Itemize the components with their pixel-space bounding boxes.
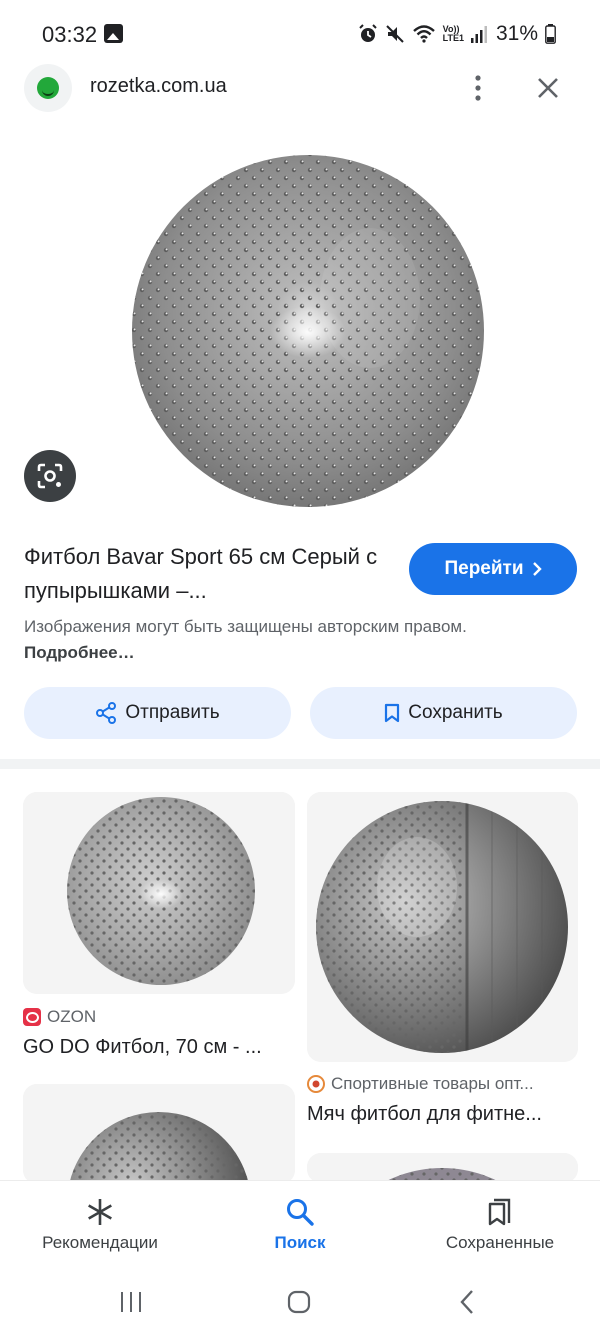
more-options-button[interactable]	[462, 72, 494, 104]
visit-button[interactable]: Перейти	[409, 543, 577, 595]
volte-icon: Vo)) LTE1	[443, 25, 464, 43]
search-icon	[287, 1199, 314, 1226]
related-image-card[interactable]	[307, 1153, 578, 1183]
saved-icon	[488, 1198, 511, 1226]
nav-label: Поиск	[274, 1233, 326, 1252]
related-image-card[interactable]	[23, 1084, 295, 1184]
source-header: rozetka.com.ua	[0, 62, 600, 114]
related-source-label: Спортивные товары опт...	[331, 1074, 534, 1093]
nav-label: Рекомендации	[42, 1233, 158, 1252]
asterisk-icon	[88, 1199, 112, 1225]
main-result-image[interactable]	[130, 150, 486, 512]
nav-recommendations[interactable]: Рекомендации	[0, 1181, 200, 1273]
chevron-right-icon	[532, 562, 542, 576]
related-image	[307, 792, 578, 1062]
ozon-logo-icon	[23, 1008, 41, 1026]
bottom-navigation: Рекомендации Поиск Сохраненные	[0, 1180, 600, 1272]
nav-search[interactable]: Поиск	[200, 1181, 400, 1273]
share-button-label: Отправить	[125, 702, 220, 723]
status-time: 03:32	[42, 22, 98, 47]
more-vert-icon	[475, 75, 481, 101]
related-source-label: OZON	[47, 1007, 97, 1026]
nav-saved[interactable]: Сохраненные	[400, 1181, 600, 1273]
copyright-text: Изображения могут быть защищены авторски…	[24, 617, 467, 636]
related-image-card[interactable]	[307, 792, 578, 1062]
site-favicon[interactable]	[24, 64, 72, 112]
close-button[interactable]	[532, 72, 564, 104]
related-source[interactable]: OZON	[23, 1006, 295, 1028]
status-icons: Vo)) LTE1 31%	[358, 20, 556, 48]
related-image	[23, 792, 295, 994]
section-divider	[0, 759, 600, 769]
battery-percent: 31%	[495, 22, 538, 45]
lens-icon	[37, 463, 63, 489]
home-icon	[287, 1290, 311, 1314]
bookmark-icon	[385, 703, 400, 723]
system-navigation-bar	[0, 1272, 600, 1332]
related-image	[307, 1153, 578, 1183]
recent-apps-icon	[121, 1292, 141, 1312]
nav-label: Сохраненные	[445, 1233, 555, 1252]
save-button-label: Сохранить	[408, 702, 503, 723]
gallery-icon	[104, 24, 123, 43]
home-button[interactable]	[269, 1282, 329, 1322]
copyright-notice: Изображения могут быть защищены авторски…	[24, 614, 484, 666]
share-icon	[96, 702, 117, 724]
battery-icon	[545, 24, 556, 44]
back-button[interactable]	[437, 1282, 497, 1322]
mute-icon	[385, 25, 404, 43]
related-image-card[interactable]	[23, 792, 295, 994]
share-button[interactable]: Отправить	[24, 687, 291, 739]
lte-label: LTE1	[442, 33, 464, 43]
wifi-icon	[412, 25, 435, 43]
lens-button[interactable]	[24, 450, 76, 502]
status-bar: 03:32 Vo)) LTE1 31%	[0, 0, 600, 66]
signal-icon	[470, 26, 487, 43]
recent-apps-button[interactable]	[101, 1282, 161, 1322]
related-title[interactable]: Мяч фитбол для фитне...	[307, 1103, 578, 1129]
related-image	[23, 1084, 295, 1184]
site-domain[interactable]: rozetka.com.ua	[90, 75, 227, 98]
save-button[interactable]: Сохранить	[310, 687, 577, 739]
result-title[interactable]: Фитбол Bavar Sport 65 см Серый с пупырыш…	[24, 540, 384, 608]
close-icon	[538, 78, 558, 98]
store-logo-icon	[307, 1075, 325, 1093]
visit-button-label: Перейти	[444, 558, 524, 579]
learn-more-link[interactable]: Подробнее…	[24, 643, 135, 662]
back-icon	[460, 1290, 473, 1314]
alarm-icon	[358, 24, 377, 42]
related-title[interactable]: GO DO Фитбол, 70 см - ...	[23, 1036, 295, 1062]
related-source[interactable]: Спортивные товары опт...	[307, 1073, 578, 1095]
